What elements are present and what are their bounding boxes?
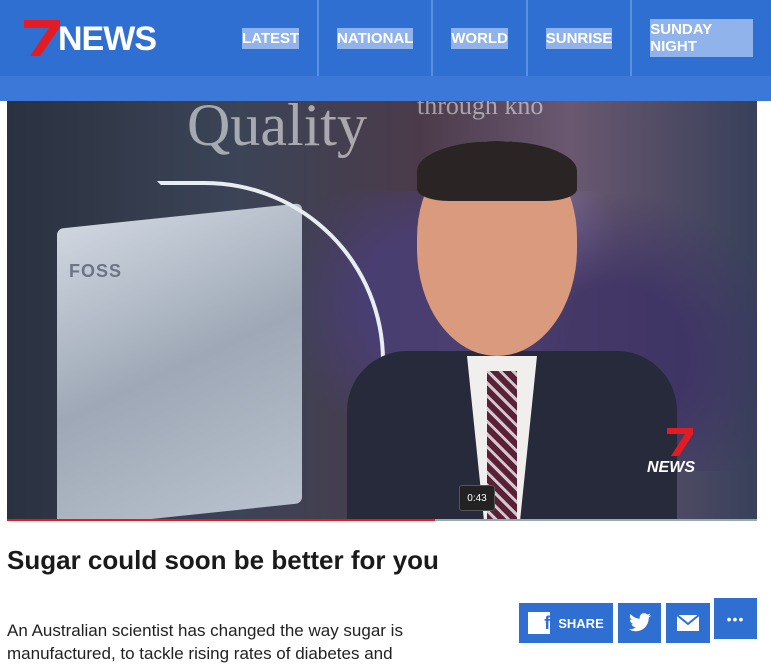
share-label: SHARE [558,615,604,631]
video-progress-fill [7,519,435,521]
facebook-share-button[interactable]: f SHARE [519,603,613,643]
site-header: NEWS LATEST NATIONAL WORLD SUNRISE SUNDA… [0,0,771,76]
nav-label: SUNDAY NIGHT [650,19,754,57]
7news-logo[interactable]: NEWS [22,18,192,58]
twitter-share-button[interactable] [618,603,661,643]
main-nav: LATEST NATIONAL WORLD SUNRISE SUNDAY NIG… [224,0,771,76]
interviewee [347,141,677,521]
watermark-text: NEWS [647,459,695,476]
time-tooltip: 0:43 [459,485,495,511]
ellipsis-icon: ••• [726,610,745,627]
nav-label: WORLD [451,27,508,49]
more-options-button[interactable]: ••• [714,598,757,639]
7news-watermark: NEWS [647,426,717,486]
nav-sunrise[interactable]: SUNRISE [528,0,631,76]
article-headline: Sugar could soon be better for you [7,545,439,575]
header-subbar [0,76,771,101]
hair [417,141,577,201]
video-background-text: Quality [187,101,367,158]
twitter-icon [628,613,651,632]
logo-text: NEWS [58,20,157,58]
video-progress-bar[interactable] [7,519,757,521]
nav-world[interactable]: WORLD [433,0,526,76]
facebook-icon: f [528,612,551,634]
email-share-button[interactable] [666,603,710,643]
nav-label: LATEST [242,27,300,49]
seven-logo-icon [24,20,60,56]
seven-watermark-icon [667,428,693,456]
device-label: FOSS [69,261,123,281]
nav-national[interactable]: NATIONAL [319,0,431,76]
mail-icon [676,614,700,631]
nav-label: NATIONAL [337,27,414,49]
nav-latest[interactable]: LATEST [224,0,317,76]
video-background-text-2: through kno [417,101,544,120]
article-body: An Australian scientist has changed the … [7,621,403,663]
video-player[interactable]: Quality through kno FOSS NEWS 0:43 [7,101,757,521]
nav-sunday-night[interactable]: SUNDAY NIGHT [632,0,771,76]
nav-label: SUNRISE [545,27,613,49]
